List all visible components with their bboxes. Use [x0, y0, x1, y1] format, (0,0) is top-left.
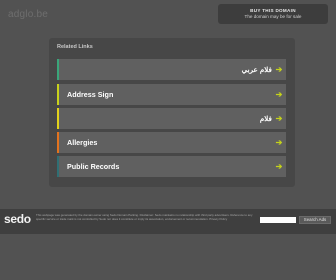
buy-domain-button[interactable]: BUY THIS DOMAIN The domain may be for sa…	[218, 4, 328, 24]
related-link-label: Public Records	[67, 162, 120, 171]
related-link-2[interactable]: Address Sign ➔	[57, 84, 286, 105]
related-link-5[interactable]: Public Records ➔	[57, 156, 286, 177]
buy-domain-label: BUY THIS DOMAIN	[250, 8, 296, 13]
arrow-right-icon: ➔	[275, 162, 283, 171]
related-link-3[interactable]: فلام ➔	[57, 108, 286, 129]
arrow-right-icon: ➔	[275, 65, 283, 74]
sedo-logo[interactable]: sedo	[4, 212, 31, 226]
related-link-label: فلام	[259, 114, 272, 123]
domain-title: adglo.be	[8, 9, 48, 20]
related-links-title: Related Links	[57, 44, 93, 50]
arrow-right-icon: ➔	[275, 114, 283, 123]
disclaimer-text: This webpage was generated by the domain…	[36, 213, 253, 221]
related-link-label: Address Sign	[67, 90, 114, 99]
arrow-right-icon: ➔	[275, 90, 283, 99]
related-link-label: Allergies	[67, 138, 98, 147]
search-input[interactable]	[260, 217, 296, 223]
arrow-right-icon: ➔	[275, 138, 283, 147]
related-link-4[interactable]: Allergies ➔	[57, 132, 286, 153]
related-link-1[interactable]: فلام عربي ➔	[57, 59, 286, 80]
buy-domain-subtitle: The domain may be for sale	[244, 14, 302, 19]
search-ads-button[interactable]: Search Ads	[299, 216, 331, 224]
related-link-label: فلام عربي	[241, 65, 272, 74]
